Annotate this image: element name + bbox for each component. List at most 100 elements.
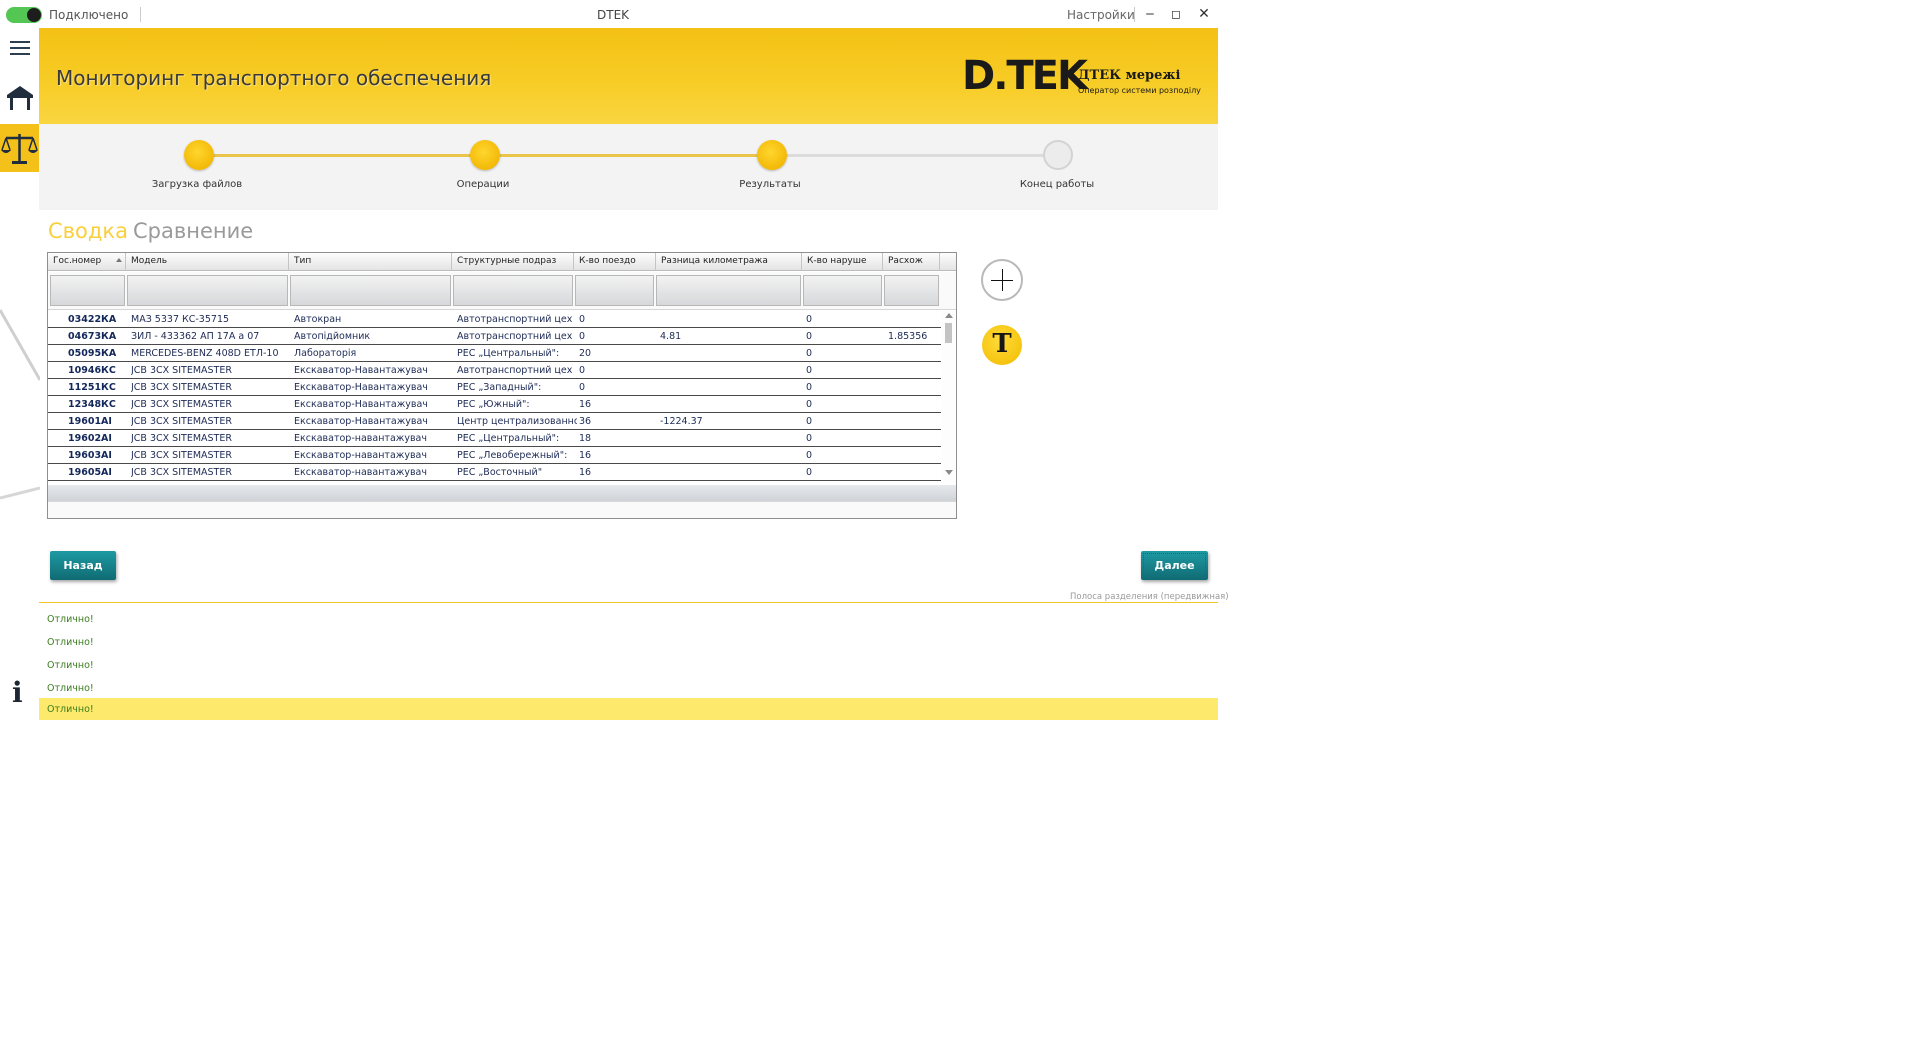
cell-type: Екскаватор-Навантажувач — [294, 365, 428, 376]
cell-mileage-diff: -1224.37 — [660, 416, 703, 427]
scroll-up-icon[interactable] — [945, 313, 953, 318]
filter-cell-type[interactable] — [290, 275, 451, 306]
log-entry[interactable]: Отлично! — [39, 631, 1218, 653]
cell-violations: 0 — [806, 399, 813, 410]
hamburger-menu-icon[interactable] — [10, 41, 30, 55]
filter-cell-violations[interactable] — [803, 275, 882, 306]
cell-violations: 0 — [806, 348, 813, 359]
filter-cell-model[interactable] — [127, 275, 288, 306]
grid-body: 03422КА МАЗ 5337 КС-35715 Автокран Автотран… — [48, 311, 941, 483]
cell-type: Екскаватор-Навантажувач — [294, 416, 428, 427]
text-tool-icon: T — [992, 329, 1012, 359]
cell-trips: 0 — [579, 365, 586, 376]
table-row[interactable]: 10946КС JCB 3CX SITEMASTER Екскаватор-Нава… — [48, 362, 941, 379]
step-dot-operations — [470, 140, 500, 170]
titlebar-divider — [140, 7, 141, 22]
text-tool-button[interactable]: T — [982, 325, 1022, 365]
table-row[interactable]: 19605АІ JCB 3CX SITEMASTER Екскаватор-нава… — [48, 464, 941, 481]
log-entry-selected[interactable]: Отлично! — [39, 698, 1218, 720]
cell-type: Автокран — [294, 314, 342, 325]
table-row[interactable]: 19602АІ JCB 3CX SITEMASTER Екскаватор-нава… — [48, 430, 941, 447]
cell-violations: 0 — [806, 331, 813, 342]
cell-model: JCB 3CX SITEMASTER — [131, 399, 232, 410]
minimize-button[interactable]: ‒ — [1141, 4, 1159, 24]
cell-department: РЕС „Центральный": — [457, 348, 560, 359]
filter-row — [48, 272, 956, 310]
log-entry[interactable]: Отлично! — [39, 608, 1218, 630]
vertical-scrollbar[interactable] — [942, 311, 955, 483]
cell-violations: 0 — [806, 314, 813, 325]
cell-trips: 18 — [579, 433, 592, 444]
column-header-trips[interactable]: К-во поездо — [574, 253, 656, 271]
scroll-down-icon[interactable] — [945, 470, 953, 475]
scale-icon[interactable] — [0, 124, 39, 172]
column-header-type[interactable]: Тип — [289, 253, 452, 271]
table-row[interactable]: 04673КА ЗИЛ - 433362 АП 17А а 07 Автопідйо… — [48, 328, 941, 345]
step-dot-finish — [1043, 140, 1073, 170]
settings-link[interactable]: Настройки — [1067, 8, 1135, 22]
cell-model: JCB 3CX SITEMASTER — [131, 365, 232, 376]
column-header-department[interactable]: Структурные подраз — [452, 253, 574, 271]
column-header-violations[interactable]: К-во наруше — [802, 253, 883, 271]
connection-status-label: Подключено — [49, 8, 129, 22]
scroll-thumb[interactable] — [945, 323, 952, 343]
add-crosshair-icon[interactable] — [981, 259, 1023, 301]
column-header-model[interactable]: Модель — [126, 253, 289, 271]
cell-department: РЕС „Центральный": — [457, 433, 560, 444]
cell-model: JCB 3CX SITEMASTER — [131, 467, 232, 478]
tab-comparison[interactable]: Сравнение — [133, 219, 253, 243]
column-header-plate[interactable]: Гос.номер — [48, 253, 126, 271]
filter-cell-mileage-diff[interactable] — [656, 275, 801, 306]
filter-cell-department[interactable] — [453, 275, 573, 306]
cell-department: Автотранспортний цех — [457, 331, 573, 342]
cell-trips: 16 — [579, 450, 592, 461]
sort-ascending-icon — [116, 258, 122, 262]
step-label: Операции — [456, 179, 510, 190]
filter-cell-plate[interactable] — [50, 275, 125, 306]
close-button[interactable]: ✕ — [1195, 4, 1213, 24]
cell-department: Автотранспортний цех — [457, 365, 573, 376]
cell-violations: 0 — [806, 467, 813, 478]
next-button[interactable]: Далее — [1141, 551, 1208, 580]
connection-toggle[interactable] — [6, 7, 42, 23]
cell-trips: 16 — [579, 399, 592, 410]
cell-department: РЕС „Западный": — [457, 382, 542, 393]
cell-violations: 0 — [806, 416, 813, 427]
cell-plate: 10946КС — [68, 365, 116, 376]
step-connector-pending — [772, 154, 1058, 157]
cell-plate: 11251КС — [68, 382, 116, 393]
grid-horizontal-scrollbar[interactable] — [48, 485, 956, 501]
grid-status-bar — [48, 501, 956, 518]
pane-splitter[interactable] — [39, 602, 1218, 603]
cell-trips: 16 — [579, 467, 592, 478]
home-icon[interactable] — [4, 82, 36, 114]
back-button[interactable]: Назад — [50, 551, 116, 580]
table-row[interactable]: 03422КА МАЗ 5337 КС-35715 Автокран Автотран… — [48, 311, 941, 328]
column-header-discrepancy[interactable]: Расхож — [883, 253, 940, 271]
cell-model: JCB 3CX SITEMASTER — [131, 433, 232, 444]
tab-summary[interactable]: Сводка — [48, 219, 128, 243]
filter-cell-trips[interactable] — [575, 275, 654, 306]
table-row[interactable]: 19601АІ JCB 3CX SITEMASTER Екскаватор-Нава… — [48, 413, 941, 430]
grid-header: Гос.номер Модель Тип Структурные подраз … — [48, 253, 956, 271]
log-entry[interactable]: Отлично! — [39, 654, 1218, 676]
filter-cell-discrepancy[interactable] — [884, 275, 939, 306]
cell-mileage-diff: 4.81 — [660, 331, 682, 342]
info-icon[interactable]: i — [12, 676, 23, 709]
log-entry[interactable]: Отлично! — [39, 677, 1218, 699]
maximize-button[interactable]: ◻ — [1167, 4, 1185, 24]
table-row[interactable]: 11251КС JCB 3CX SITEMASTER Екскаватор-Нава… — [48, 379, 941, 396]
table-row[interactable]: 05095КА MERCEDES-BENZ 408D ЕТЛ-10 Лаборато… — [48, 345, 941, 362]
cell-type: Екскаватор-Навантажувач — [294, 382, 428, 393]
table-row[interactable]: 19603АІ JCB 3CX SITEMASTER Екскаватор-нава… — [48, 447, 941, 464]
cell-plate: 19603АІ — [68, 450, 112, 461]
step-label: Загрузка файлов — [151, 179, 243, 190]
table-row[interactable]: 12348КС JCB 3CX SITEMASTER Екскаватор-Нава… — [48, 396, 941, 413]
cell-violations: 0 — [806, 450, 813, 461]
column-header-mileage-diff[interactable]: Разница километража — [656, 253, 802, 271]
cell-trips: 20 — [579, 348, 592, 359]
cell-trips: 0 — [579, 331, 586, 342]
cell-plate: 19601АІ — [68, 416, 112, 427]
cell-type: Екскаватор-навантажувач — [294, 450, 427, 461]
progress-stepper: Загрузка файлов Операции Результаты Коне… — [39, 124, 1218, 210]
